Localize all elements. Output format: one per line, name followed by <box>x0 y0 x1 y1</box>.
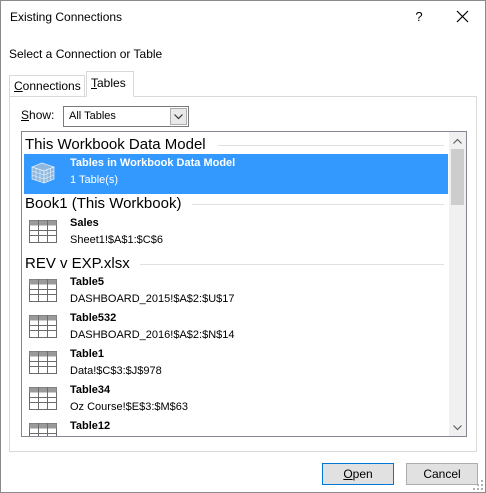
chevron-up-icon <box>453 138 462 144</box>
table-icon <box>29 351 57 374</box>
tab-connections-accel: C <box>14 79 23 93</box>
open-button[interactable]: Open <box>322 463 394 485</box>
tab-connections-label: onnections <box>22 79 81 93</box>
title-bar: Existing Connections ? <box>1 1 485 33</box>
group-divider <box>192 204 444 205</box>
resize-grip-icon[interactable] <box>473 480 483 490</box>
group-header: This Workbook Data Model <box>25 136 206 153</box>
list-item-table12[interactable]: Table12 <box>24 417 448 436</box>
table-icon <box>29 279 57 302</box>
vertical-scrollbar[interactable] <box>449 132 466 436</box>
scroll-thumb[interactable] <box>451 149 464 205</box>
item-name: Table1 <box>70 348 105 360</box>
show-label-text: how: <box>29 108 55 122</box>
tab-tables[interactable]: Tables <box>86 71 134 97</box>
open-button-accel: O <box>343 467 353 481</box>
prompt-label: Select a Connection or Table <box>9 47 163 61</box>
item-desc: Data!$C$3:$J$978 <box>70 365 162 377</box>
item-desc: DASHBOARD_2015!$A$2:$U$17 <box>70 293 235 305</box>
list-item-sales[interactable]: Sales Sheet1!$A$1:$C$6 <box>24 214 448 254</box>
table-icon <box>29 315 57 338</box>
item-desc: 1 Table(s) <box>70 174 119 186</box>
show-label-accel: S <box>21 108 30 122</box>
list-item-table5[interactable]: Table5 DASHBOARD_2015!$A$2:$U$17 <box>24 273 448 313</box>
group-header: REV v EXP.xlsx <box>25 255 130 272</box>
close-icon <box>456 10 469 23</box>
help-button[interactable]: ? <box>401 1 437 33</box>
item-name: Table532 <box>70 312 117 324</box>
tab-connections[interactable]: Connections <box>9 75 85 97</box>
chevron-down-icon <box>174 114 183 120</box>
show-dropdown[interactable]: All Tables <box>63 106 189 127</box>
table-icon <box>29 387 57 410</box>
chevron-down-icon <box>453 425 462 431</box>
show-dropdown-value: All Tables <box>69 110 116 122</box>
item-name: Sales <box>70 217 99 229</box>
list-item-table1[interactable]: Table1 Data!$C$3:$J$978 <box>24 345 448 385</box>
item-desc: Sheet1!$A$1:$C$6 <box>70 234 163 246</box>
window-title: Existing Connections <box>10 10 123 24</box>
group-header: Book1 (This Workbook) <box>25 195 182 212</box>
item-name: Table5 <box>70 276 105 288</box>
item-name: Tables in Workbook Data Model <box>70 157 236 169</box>
group-divider <box>218 145 444 146</box>
group-divider <box>140 264 444 265</box>
item-desc: Oz Course!$E$3:$M$63 <box>70 401 189 413</box>
item-desc: DASHBOARD_2016!$A$2:$N$14 <box>70 329 235 341</box>
scroll-down-button[interactable] <box>449 419 466 436</box>
existing-connections-dialog: Existing Connections ? Select a Connecti… <box>0 0 486 493</box>
cancel-button[interactable]: Cancel <box>406 463 478 485</box>
close-button[interactable] <box>445 1 481 33</box>
table-icon <box>29 220 57 243</box>
list-item-table532[interactable]: Table532 DASHBOARD_2016!$A$2:$N$14 <box>24 309 448 349</box>
connections-list[interactable]: This Workbook Data Model Tables in Workb… <box>21 131 467 437</box>
list-item-data-model[interactable]: Tables in Workbook Data Model 1 Table(s) <box>24 154 448 194</box>
list-item-table34[interactable]: Table34 Oz Course!$E$3:$M$63 <box>24 381 448 421</box>
table-icon <box>29 423 57 436</box>
dropdown-button[interactable] <box>170 108 187 125</box>
open-button-label: pen <box>352 467 373 481</box>
show-label: Show: <box>21 108 54 122</box>
tab-tables-label: ables <box>97 76 126 90</box>
item-name: Table12 <box>70 420 111 432</box>
item-name: Table34 <box>70 384 111 396</box>
data-model-cube-icon <box>31 162 55 184</box>
scroll-up-button[interactable] <box>449 132 466 149</box>
